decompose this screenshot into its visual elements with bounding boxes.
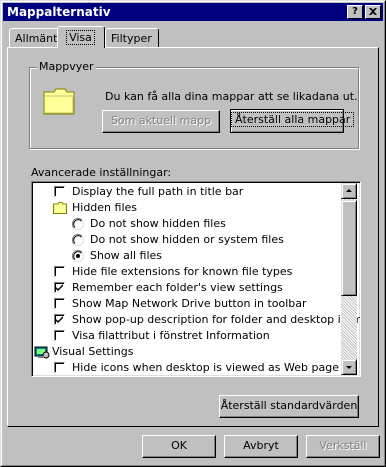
checkbox-checked-icon[interactable]: [54, 314, 65, 325]
advanced-setting-label: Hide icons when desktop is viewed as Web…: [72, 361, 339, 374]
radio-icon[interactable]: [72, 234, 84, 246]
advanced-setting-label: Show Map Network Drive button in toolbar: [72, 297, 307, 310]
advanced-setting-label: Hidden files: [72, 201, 138, 214]
folder-icon: [53, 202, 67, 214]
radio-icon[interactable]: [72, 218, 84, 230]
advanced-setting-label: Visa filattribut i fönstret Information: [72, 329, 270, 342]
checkbox-icon[interactable]: [54, 330, 65, 341]
ok-button[interactable]: OK: [142, 435, 216, 458]
checkbox-icon[interactable]: [54, 266, 65, 277]
advanced-setting-row[interactable]: Do not show hidden files: [32, 216, 342, 232]
folder-icon: [43, 88, 75, 115]
scroll-up-button[interactable]: [341, 183, 357, 199]
advanced-setting-row[interactable]: Do not show hidden or system files: [32, 232, 342, 248]
advanced-setting-row[interactable]: Hide file extensions for known file type…: [32, 264, 342, 280]
checkbox-icon[interactable]: [54, 362, 65, 373]
scroll-thumb[interactable]: [341, 200, 357, 296]
advanced-setting-row[interactable]: Show all files: [32, 248, 342, 264]
close-icon: [369, 8, 377, 15]
advanced-settings-scrollbar[interactable]: [341, 183, 357, 375]
advanced-settings-label: Avancerade inställningar:: [31, 166, 172, 179]
advanced-setting-label: Do not show hidden files: [90, 217, 226, 230]
close-button[interactable]: [365, 5, 381, 19]
folder-views-label: Mappvyer: [37, 60, 96, 73]
cancel-button[interactable]: Avbryt: [224, 435, 298, 458]
advanced-setting-row[interactable]: Show pop-up description for folder and d…: [32, 312, 360, 328]
advanced-setting-row[interactable]: Show Map Network Drive button in toolbar: [32, 296, 342, 312]
scroll-down-button[interactable]: [341, 359, 357, 375]
advanced-setting-label: Do not show hidden or system files: [90, 233, 284, 246]
folder-views-description: Du kan få alla dina mappar att se likada…: [105, 90, 358, 103]
folder-views-group: [29, 67, 359, 149]
dialog-window: Mappalternativ ? Allmänt Visa Filtyper M…: [0, 0, 386, 467]
advanced-setting-row[interactable]: Visa filattribut i fönstret Information: [32, 328, 342, 344]
scroll-down-arrow-icon: [346, 366, 352, 369]
advanced-setting-label: Visual Settings: [52, 345, 134, 358]
reset-all-folders-button[interactable]: Återställ alla mappar: [230, 109, 355, 133]
advanced-setting-label: Show pop-up description for folder and d…: [72, 313, 361, 326]
checkbox-icon[interactable]: [54, 298, 65, 309]
visual-settings-icon: [34, 346, 50, 359]
advanced-settings-list[interactable]: Display the full path in title bar Hidden…: [31, 181, 361, 377]
title-bar[interactable]: Mappalternativ ?: [3, 3, 383, 21]
advanced-setting-row[interactable]: Visual Settings: [32, 344, 342, 360]
restore-defaults-button[interactable]: Återställ standardvärden: [219, 395, 359, 418]
radio-selected-icon[interactable]: [72, 250, 84, 262]
reset-all-folders-label: Återställ alla mappar: [231, 112, 355, 127]
apply-button[interactable]: Verkställ: [306, 435, 380, 458]
tab-visa[interactable]: Visa: [57, 26, 105, 48]
tab-visa-label: Visa: [66, 30, 95, 45]
help-button[interactable]: ?: [347, 5, 363, 19]
advanced-setting-row[interactable]: Hidden files: [32, 200, 342, 216]
tab-filtyper[interactable]: Filtyper: [105, 28, 159, 48]
window-title: Mappalternativ: [7, 5, 111, 19]
advanced-setting-label: Display the full path in title bar: [72, 185, 244, 198]
checkbox-checked-icon[interactable]: [54, 282, 65, 293]
advanced-setting-label: Remember each folder's view settings: [72, 281, 283, 294]
checkbox-icon[interactable]: [54, 186, 65, 197]
advanced-setting-label: Show all files: [90, 249, 163, 262]
advanced-setting-row[interactable]: Display the full path in title bar: [32, 184, 342, 200]
advanced-setting-row[interactable]: Remember each folder's view settings: [32, 280, 342, 296]
scroll-up-arrow-icon: [346, 189, 352, 192]
advanced-setting-label: Hide file extensions for known file type…: [72, 265, 293, 278]
advanced-setting-row[interactable]: Hide icons when desktop is viewed as Web…: [32, 360, 342, 376]
like-current-folder-button[interactable]: Som aktuell mapp: [102, 110, 220, 133]
